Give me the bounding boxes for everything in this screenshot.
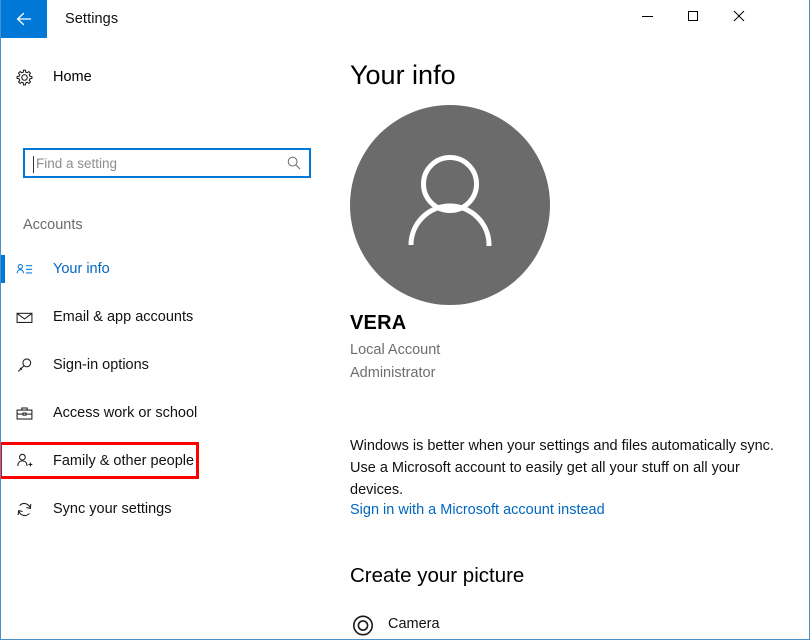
maximize-icon	[688, 11, 698, 21]
minimize-icon	[641, 15, 653, 17]
maximize-button[interactable]	[670, 0, 716, 32]
camera-label: Camera	[388, 616, 440, 632]
envelope-icon	[15, 308, 45, 327]
title-bar: Settings	[1, 0, 809, 41]
page-title: Your info	[350, 60, 456, 90]
account-role: Administrator	[350, 365, 436, 381]
person-add-icon	[15, 451, 45, 470]
sync-description: Windows is better when your settings and…	[350, 438, 774, 498]
gear-icon	[15, 68, 47, 87]
window-title: Settings	[65, 11, 119, 27]
sidebar-item-sync-your-settings[interactable]: Sync your settings	[1, 485, 334, 533]
sidebar-item-signin-options[interactable]: Sign-in options	[1, 341, 334, 389]
sidebar: Home Accounts	[1, 40, 334, 639]
close-icon	[733, 10, 745, 22]
back-button[interactable]	[1, 0, 47, 38]
sidebar-item-family-other-people[interactable]: Family & other people	[1, 442, 199, 479]
sign-in-microsoft-link[interactable]: Sign in with a Microsoft account instead	[350, 502, 605, 518]
selection-indicator	[1, 255, 5, 283]
contact-card-icon	[15, 260, 45, 279]
sidebar-nav-list: Your info Email & app accounts Sign-in o…	[1, 245, 334, 533]
camera-option[interactable]: Camera	[350, 610, 440, 636]
close-button[interactable]	[716, 0, 762, 32]
account-type: Local Account	[350, 342, 441, 358]
sidebar-item-label: Family & other people	[53, 452, 195, 469]
sidebar-item-access-work-or-school[interactable]: Access work or school	[1, 389, 334, 437]
search-input[interactable]	[25, 150, 281, 176]
settings-window: Settings Home Find a setting Accounts Yo…	[0, 0, 810, 640]
back-arrow-icon	[16, 12, 32, 26]
main-content: Your info VERA Local Account Administrat…	[334, 40, 809, 639]
key-icon	[15, 356, 45, 375]
sidebar-home-label: Home	[53, 69, 92, 85]
person-avatar-icon	[350, 105, 550, 305]
account-name: VERA	[350, 312, 407, 334]
search-icon[interactable]	[281, 155, 307, 171]
create-picture-heading: Create your picture	[350, 564, 525, 587]
sidebar-item-label: Email & app accounts	[53, 309, 194, 325]
text-caret	[33, 156, 34, 173]
briefcase-icon	[15, 404, 45, 423]
sidebar-item-your-info[interactable]: Your info	[1, 245, 334, 293]
sidebar-item-home[interactable]: Home	[15, 62, 92, 92]
sidebar-item-email-app-accounts[interactable]: Email & app accounts	[1, 293, 334, 341]
sync-icon	[15, 500, 45, 519]
sidebar-item-label: Sign-in options	[53, 357, 149, 373]
minimize-button[interactable]	[624, 0, 670, 32]
search-box[interactable]	[23, 148, 311, 178]
sidebar-item-label: Your info	[53, 261, 110, 277]
sidebar-section-label: Accounts	[23, 217, 83, 233]
camera-icon	[350, 610, 384, 636]
sidebar-item-label: Sync your settings	[53, 501, 172, 517]
sidebar-item-label: Access work or school	[53, 405, 198, 421]
